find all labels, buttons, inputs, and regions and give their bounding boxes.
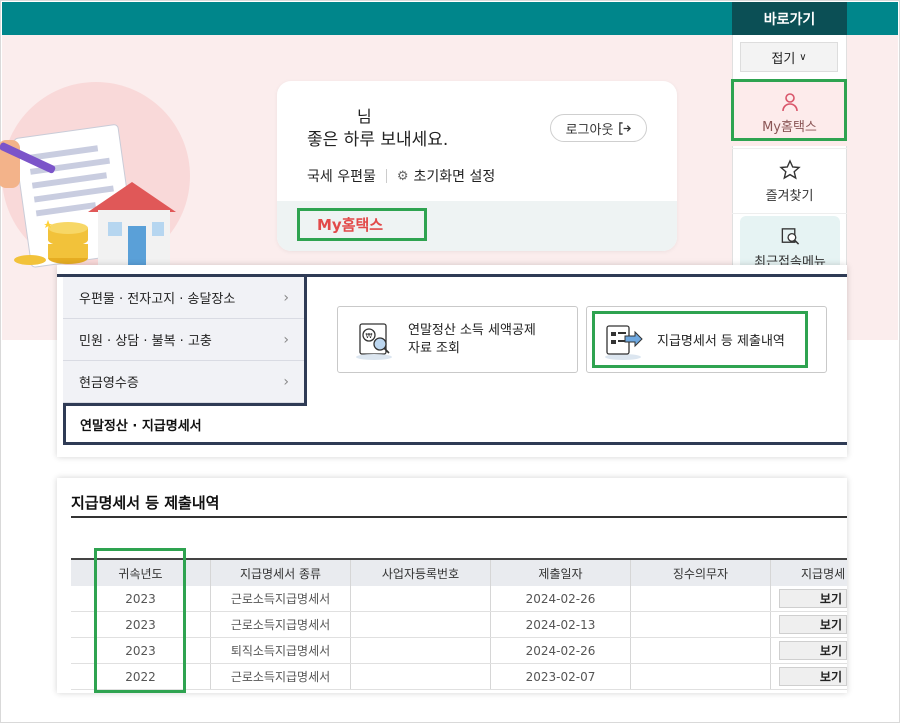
- section-title: 지급명세서 등 제출내역: [71, 494, 220, 512]
- chevron-right-icon: ›: [283, 373, 289, 390]
- welcome-card: 님 좋은 하루 보내세요. 로그아웃 국세 우편물 ⚙ 초기화면 설정 My홈택…: [277, 81, 677, 251]
- column-header: 지급명세서 종류: [211, 560, 351, 586]
- table-row: 2023 근로소득지급명세서 2024-02-26 보기: [71, 586, 847, 612]
- fold-label: 접기: [771, 51, 796, 67]
- quick-item-favorites[interactable]: 즐겨찾기: [732, 148, 847, 214]
- home-settings-link[interactable]: 초기화면 설정: [414, 166, 496, 186]
- quick-item-label: 즐겨찾기: [765, 188, 814, 204]
- title-underline: [71, 516, 847, 518]
- left-menu-item-cash-receipt[interactable]: 현금영수증 ›: [63, 361, 307, 403]
- highlight-box-year-column: [94, 548, 186, 693]
- payer-cell: [631, 664, 771, 689]
- document-search-icon: ₩: [356, 322, 392, 360]
- payer-cell: [631, 638, 771, 663]
- type-cell: 근로소득지급명세서: [211, 586, 351, 611]
- quick-item-recent-menu[interactable]: 최근접속메뉴: [740, 216, 840, 270]
- card1-line2: 자료 조회: [408, 340, 460, 356]
- table-row: 2023 근로소득지급명세서 2024-02-13 보기: [71, 612, 847, 638]
- greeting-text: 좋은 하루 보내세요.: [307, 130, 449, 150]
- recent-search-icon: [781, 228, 800, 245]
- card1-line1: 연말정산 소득 세액공제: [408, 322, 536, 338]
- view-cell: 보기: [771, 638, 847, 663]
- type-cell: 근로소득지급명세서: [211, 664, 351, 689]
- table-row: 2023 퇴직소득지급명세서 2024-02-26 보기: [71, 638, 847, 664]
- left-menu-label: 민원 · 상담 · 불복 · 고충: [79, 334, 212, 349]
- bizno-cell: [351, 638, 491, 663]
- user-name-suffix: 님: [357, 107, 372, 126]
- card-text: 연말정산 소득 세액공제 자료 조회: [408, 322, 536, 358]
- chevron-down-icon: ∨: [799, 51, 807, 63]
- link-divider: [385, 169, 387, 183]
- star-icon: [778, 158, 801, 179]
- card-deduction-lookup[interactable]: ₩ 연말정산 소득 세액공제 자료 조회: [337, 306, 578, 373]
- bizno-cell: [351, 586, 491, 611]
- left-menu-item-mail[interactable]: 우편물 · 전자고지 · 송달장소 ›: [63, 277, 307, 319]
- highlight-box-payment-statement: [592, 311, 808, 368]
- payer-cell: [631, 612, 771, 637]
- table-header: 귀속년도 지급명세서 종류 사업자등록번호 제출일자 징수의무자 지급명세: [71, 558, 847, 586]
- date-cell: 2024-02-26: [491, 586, 631, 611]
- highlight-box-quick-my-hometax: [731, 79, 847, 141]
- highlight-box-my-hometax: [297, 208, 427, 241]
- type-cell: 근로소득지급명세서: [211, 612, 351, 637]
- menu-divider-bottom: [307, 442, 847, 445]
- fold-button[interactable]: 접기 ∨: [740, 42, 838, 72]
- bizno-cell: [351, 612, 491, 637]
- left-menu-item-civil[interactable]: 민원 · 상담 · 불복 · 고충 ›: [63, 319, 307, 361]
- column-header: 사업자등록번호: [351, 560, 491, 586]
- left-menu-item-year-end[interactable]: 연말정산 · 지급명세서: [63, 403, 307, 445]
- house-document-illustration: [0, 124, 176, 268]
- left-menu-label: 현금영수증: [79, 376, 139, 391]
- column-header: 제출일자: [491, 560, 631, 586]
- payer-cell: [631, 586, 771, 611]
- svg-text:₩: ₩: [366, 332, 373, 340]
- left-menu-label: 우편물 · 전자고지 · 송달장소: [79, 292, 236, 307]
- logout-button[interactable]: 로그아웃: [550, 114, 647, 142]
- chevron-right-icon: ›: [283, 331, 289, 348]
- column-header: 지급명세: [801, 566, 846, 581]
- gear-icon: ⚙: [396, 168, 409, 184]
- view-cell: 보기: [771, 612, 847, 637]
- type-cell: 퇴직소득지급명세서: [211, 638, 351, 663]
- view-button[interactable]: 보기: [779, 667, 847, 686]
- column-header: 징수의무자: [631, 560, 771, 586]
- mega-menu-panel: 우편물 · 전자고지 · 송달장소 › 민원 · 상담 · 불복 · 고충 › …: [57, 265, 847, 457]
- logout-icon: [619, 121, 632, 135]
- view-button[interactable]: 보기: [779, 589, 847, 608]
- bizno-cell: [351, 664, 491, 689]
- welcome-links: 국세 우편물 ⚙ 초기화면 설정: [307, 166, 495, 186]
- logout-label: 로그아웃: [565, 122, 614, 138]
- view-button[interactable]: 보기: [779, 641, 847, 660]
- quick-menu-header[interactable]: 바로가기: [732, 2, 847, 35]
- view-button[interactable]: 보기: [779, 615, 847, 634]
- date-cell: 2024-02-13: [491, 612, 631, 637]
- tax-mail-link[interactable]: 국세 우편물: [307, 166, 376, 186]
- date-cell: 2023-02-07: [491, 664, 631, 689]
- view-cell: 보기: [771, 586, 847, 611]
- chevron-right-icon: ›: [283, 289, 289, 306]
- date-cell: 2024-02-26: [491, 638, 631, 663]
- table-row: 2022 근로소득지급명세서 2023-02-07 보기: [71, 664, 847, 690]
- menu-divider-vertical: [304, 274, 307, 406]
- view-cell: 보기: [771, 664, 847, 689]
